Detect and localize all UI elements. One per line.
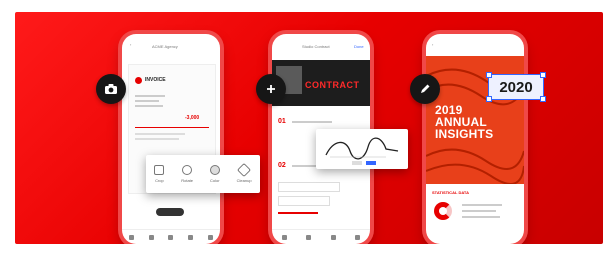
crop-icon bbox=[154, 165, 165, 175]
logo-dot bbox=[135, 77, 142, 84]
camera-button[interactable] bbox=[96, 74, 126, 104]
nav-icon[interactable] bbox=[207, 234, 213, 240]
section-number: 02 bbox=[278, 162, 286, 169]
text-line bbox=[135, 100, 159, 102]
tool-crop[interactable]: Crop bbox=[154, 165, 165, 183]
phone-header: ‹ bbox=[426, 34, 524, 56]
back-icon[interactable]: ‹ bbox=[432, 42, 433, 47]
resize-handle[interactable] bbox=[486, 96, 492, 102]
selected-text: 2020 bbox=[499, 78, 533, 96]
eraser-icon bbox=[237, 162, 252, 178]
add-button[interactable] bbox=[256, 74, 286, 104]
text-line bbox=[292, 121, 332, 123]
contract-hero: CONTRACT bbox=[272, 60, 370, 106]
tool-color[interactable]: Color bbox=[209, 165, 220, 183]
tool-label: Color bbox=[210, 178, 220, 183]
text-line bbox=[278, 212, 318, 214]
rotate-icon bbox=[182, 165, 193, 175]
tool-cleanup[interactable]: Cleanup bbox=[236, 162, 252, 183]
donut-chart bbox=[434, 202, 452, 220]
form-field[interactable] bbox=[278, 196, 330, 206]
text-line bbox=[462, 210, 496, 212]
promo-banner: ‹ ACME Agency INVOICE -3,000 Studio Cont… bbox=[15, 12, 603, 244]
resize-handle[interactable] bbox=[486, 72, 492, 78]
section-number: 01 bbox=[278, 118, 286, 125]
bottom-nav bbox=[122, 229, 220, 244]
phone-edit: ‹ 2019 ANNUAL INSIGHTS STATISTICAL DATA bbox=[426, 34, 524, 244]
divider bbox=[135, 127, 209, 128]
text-line bbox=[462, 216, 500, 218]
invoice-amount: -3,000 bbox=[185, 115, 200, 121]
hero-text: CONTRACT bbox=[305, 80, 360, 90]
nav-icon[interactable] bbox=[330, 234, 336, 240]
signature-scribble bbox=[325, 137, 399, 160]
tool-rotate[interactable]: Rotate bbox=[181, 165, 193, 183]
done-link[interactable]: Done bbox=[354, 44, 364, 49]
done-pill[interactable] bbox=[156, 208, 184, 216]
text-line bbox=[135, 95, 165, 97]
header-cancel[interactable]: ‹ bbox=[130, 42, 131, 47]
text-line bbox=[135, 138, 179, 140]
phone-scan: ‹ ACME Agency INVOICE -3,000 bbox=[122, 34, 220, 244]
text-line bbox=[462, 204, 502, 206]
nav-icon[interactable] bbox=[355, 234, 361, 240]
title-line: INSIGHTS bbox=[435, 127, 494, 141]
nav-icon[interactable] bbox=[168, 234, 174, 240]
tool-label: Cleanup bbox=[236, 178, 252, 183]
nav-icon[interactable] bbox=[281, 234, 287, 240]
form-field[interactable] bbox=[278, 182, 340, 192]
tool-label: Crop bbox=[155, 178, 164, 183]
phone-header: Studio Contract Done bbox=[272, 34, 370, 62]
report-title: 2019 ANNUAL INSIGHTS bbox=[435, 104, 493, 140]
stats-heading: STATISTICAL DATA bbox=[432, 190, 469, 195]
stats-panel: STATISTICAL DATA bbox=[426, 184, 524, 244]
tool-label: Rotate bbox=[181, 178, 194, 183]
resize-handle[interactable] bbox=[540, 96, 546, 102]
clear-button[interactable] bbox=[352, 161, 362, 165]
edit-tools-popup: Crop Rotate Color Cleanup bbox=[146, 155, 260, 193]
nav-icon[interactable] bbox=[129, 234, 135, 240]
resize-handle[interactable] bbox=[540, 72, 546, 78]
apply-button[interactable] bbox=[366, 161, 376, 165]
camera-icon bbox=[105, 84, 117, 94]
selected-text-box[interactable]: 2020 bbox=[486, 72, 546, 102]
edit-button[interactable] bbox=[410, 74, 440, 104]
nav-icon[interactable] bbox=[188, 234, 194, 240]
header-title: Studio Contract bbox=[302, 44, 330, 49]
nav-icon[interactable] bbox=[148, 234, 154, 240]
plus-icon bbox=[267, 85, 275, 93]
invoice-label: INVOICE bbox=[145, 77, 166, 83]
header-title: ACME Agency bbox=[152, 44, 178, 49]
phone-header: ‹ ACME Agency bbox=[122, 34, 220, 62]
pen-icon bbox=[421, 84, 430, 93]
signature-popup[interactable] bbox=[316, 129, 408, 169]
nav-icon[interactable] bbox=[306, 234, 312, 240]
text-line bbox=[135, 133, 185, 135]
text-line bbox=[135, 105, 163, 107]
color-icon bbox=[209, 165, 220, 175]
bottom-nav bbox=[272, 229, 370, 244]
